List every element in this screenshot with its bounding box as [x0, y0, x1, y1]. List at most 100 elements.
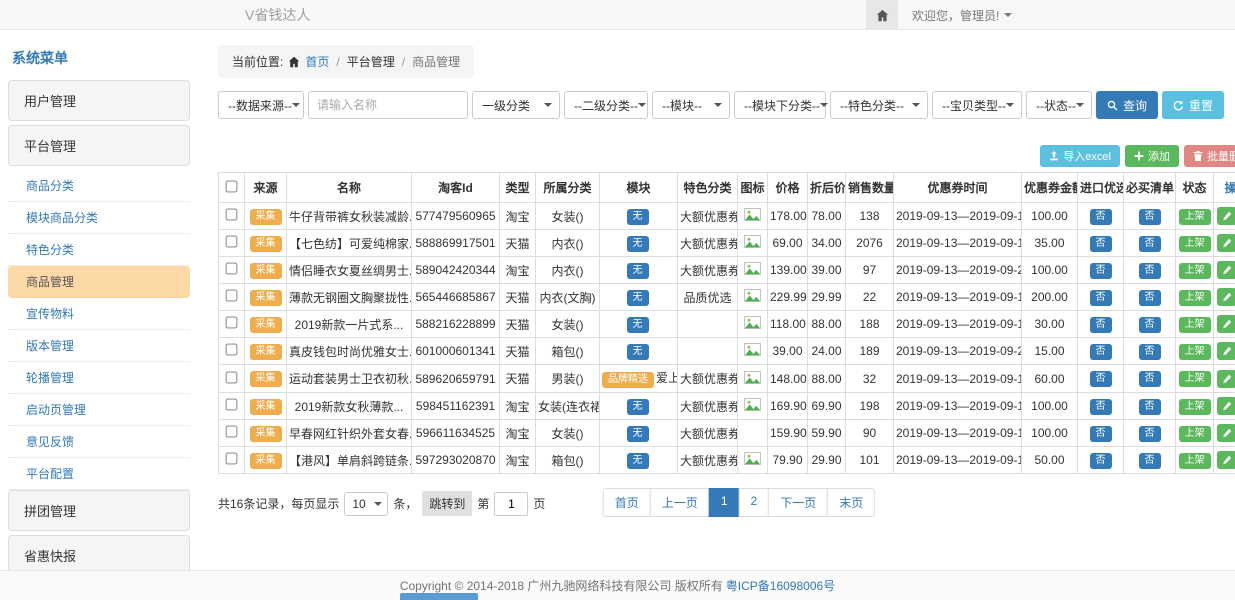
edit-button[interactable]: [1217, 288, 1235, 306]
imported-badge[interactable]: 否: [1090, 426, 1112, 442]
must-buy-badge[interactable]: 否: [1139, 453, 1161, 469]
page-button-末页[interactable]: 末页: [827, 488, 875, 517]
imported-badge[interactable]: 否: [1090, 236, 1112, 252]
batch-delete-button[interactable]: 批量删除: [1184, 145, 1235, 167]
filter-name-input[interactable]: [308, 91, 468, 119]
status-badge[interactable]: 上架: [1179, 290, 1211, 306]
row-checkbox[interactable]: [226, 236, 238, 248]
jump-button[interactable]: 跳转到: [422, 491, 472, 516]
row-checkbox-cell: [219, 338, 245, 365]
status-badge[interactable]: 上架: [1179, 263, 1211, 279]
add-button[interactable]: 添加: [1125, 145, 1179, 167]
table-row: 采集 早春网红针织外套女春... 596611634525 淘宝 女装() 无 …: [219, 420, 1235, 447]
filter-data-source-select[interactable]: --数据来源--: [218, 91, 304, 119]
sidebar-item-platform[interactable]: 平台管理: [8, 125, 190, 166]
edit-icon: [1222, 374, 1232, 384]
icp-link[interactable]: 粤ICP备16098006号: [726, 577, 835, 594]
must-buy-badge[interactable]: 否: [1139, 371, 1161, 387]
imported-badge[interactable]: 否: [1090, 290, 1112, 306]
filter-level2-category-select[interactable]: --二级分类--: [564, 91, 648, 119]
filter-status-select[interactable]: --状态--: [1026, 91, 1092, 119]
row-checkbox[interactable]: [226, 209, 238, 221]
search-button[interactable]: 查询: [1096, 91, 1158, 119]
status-badge[interactable]: 上架: [1179, 453, 1211, 469]
status-badge[interactable]: 上架: [1179, 426, 1211, 442]
edit-button[interactable]: [1217, 451, 1235, 469]
row-checkbox[interactable]: [226, 263, 238, 275]
sidebar-item-feedback[interactable]: 意见反馈: [8, 426, 190, 458]
imported-badge[interactable]: 否: [1090, 399, 1112, 415]
row-checkbox[interactable]: [226, 344, 238, 356]
imported-badge[interactable]: 否: [1090, 317, 1112, 333]
page-button-下一页[interactable]: 下一页: [768, 488, 828, 517]
edit-button[interactable]: [1217, 397, 1235, 415]
row-checkbox-cell: [219, 393, 245, 420]
sidebar-item-users[interactable]: 用户管理: [8, 80, 190, 121]
filter-feature-category-select[interactable]: --特色分类--: [830, 91, 928, 119]
imported-badge[interactable]: 否: [1090, 453, 1112, 469]
status-badge[interactable]: 上架: [1179, 209, 1211, 225]
edit-button[interactable]: [1217, 261, 1235, 279]
sidebar-item-goods-category[interactable]: 商品分类: [8, 170, 190, 202]
sidebar-item-splash-page[interactable]: 启动页管理: [8, 394, 190, 426]
must-buy-badge[interactable]: 否: [1139, 399, 1161, 415]
sidebar-item-carousel[interactable]: 轮播管理: [8, 362, 190, 394]
row-checkbox[interactable]: [226, 290, 238, 302]
must-buy-badge[interactable]: 否: [1139, 263, 1161, 279]
select-all-checkbox[interactable]: [226, 180, 238, 192]
jump-page-input[interactable]: [494, 492, 528, 516]
must-buy-badge[interactable]: 否: [1139, 317, 1161, 333]
must-buy-badge[interactable]: 否: [1139, 344, 1161, 360]
home-nav-button[interactable]: [866, 0, 898, 30]
row-checkbox[interactable]: [226, 426, 238, 438]
edit-button[interactable]: [1217, 424, 1235, 442]
breadcrumb-home-link[interactable]: 首页: [305, 53, 329, 70]
filter-module-subcategory-select[interactable]: --模块下分类--: [734, 91, 826, 119]
imported-badge[interactable]: 否: [1090, 371, 1112, 387]
sidebar-item-goods-management[interactable]: 商品管理: [8, 266, 190, 298]
must-buy-badge[interactable]: 否: [1139, 290, 1161, 306]
status-badge[interactable]: 上架: [1179, 399, 1211, 415]
imported-badge[interactable]: 否: [1090, 344, 1112, 360]
page-size-select[interactable]: 10: [344, 492, 388, 516]
sidebar-item-feature-category[interactable]: 特色分类: [8, 234, 190, 266]
status-badge[interactable]: 上架: [1179, 317, 1211, 333]
sidebar-item-group-buy[interactable]: 拼团管理: [8, 490, 190, 531]
page-button-上一页[interactable]: 上一页: [650, 488, 710, 517]
row-checkbox[interactable]: [226, 453, 238, 465]
row-checkbox[interactable]: [226, 371, 238, 383]
edit-button[interactable]: [1217, 370, 1235, 388]
user-menu[interactable]: 欢迎您，管理员!: [912, 7, 1012, 24]
sidebar-item-promo-materials[interactable]: 宣传物料: [8, 298, 190, 330]
imported-badge[interactable]: 否: [1090, 209, 1112, 225]
status-badge[interactable]: 上架: [1179, 236, 1211, 252]
filter-module-select[interactable]: --模块--: [652, 91, 730, 119]
module-cell: 无: [600, 447, 678, 474]
sidebar-item-platform-config[interactable]: 平台配置: [8, 458, 190, 490]
filter-item-type-select[interactable]: --宝贝类型--: [932, 91, 1022, 119]
must-buy-badge[interactable]: 否: [1139, 209, 1161, 225]
select-value: --特色分类--: [840, 97, 904, 114]
page-button-2[interactable]: 2: [739, 488, 770, 517]
row-checkbox[interactable]: [226, 317, 238, 329]
sidebar-item-module-goods-category[interactable]: 模块商品分类: [8, 202, 190, 234]
edit-button[interactable]: [1217, 207, 1235, 225]
must-buy-badge[interactable]: 否: [1139, 236, 1161, 252]
page-button-首页[interactable]: 首页: [603, 488, 651, 517]
page-button-1[interactable]: 1: [709, 488, 740, 517]
row-checkbox-cell: [219, 230, 245, 257]
edit-button[interactable]: [1217, 315, 1235, 333]
imported-badge[interactable]: 否: [1090, 263, 1112, 279]
discount-price: 88.00: [808, 311, 846, 338]
status-badge[interactable]: 上架: [1179, 344, 1211, 360]
filter-level1-category-select[interactable]: 一级分类: [472, 91, 560, 119]
sidebar-item-version[interactable]: 版本管理: [8, 330, 190, 362]
edit-button[interactable]: [1217, 234, 1235, 252]
status-badge[interactable]: 上架: [1179, 371, 1211, 387]
row-checkbox[interactable]: [226, 399, 238, 411]
edit-button[interactable]: [1217, 342, 1235, 360]
reset-button[interactable]: 重置: [1162, 91, 1224, 119]
import-excel-button[interactable]: 导入excel: [1040, 145, 1120, 167]
must-buy-badge[interactable]: 否: [1139, 426, 1161, 442]
product-name: 牛仔背带裤女秋装减龄...: [287, 203, 412, 230]
